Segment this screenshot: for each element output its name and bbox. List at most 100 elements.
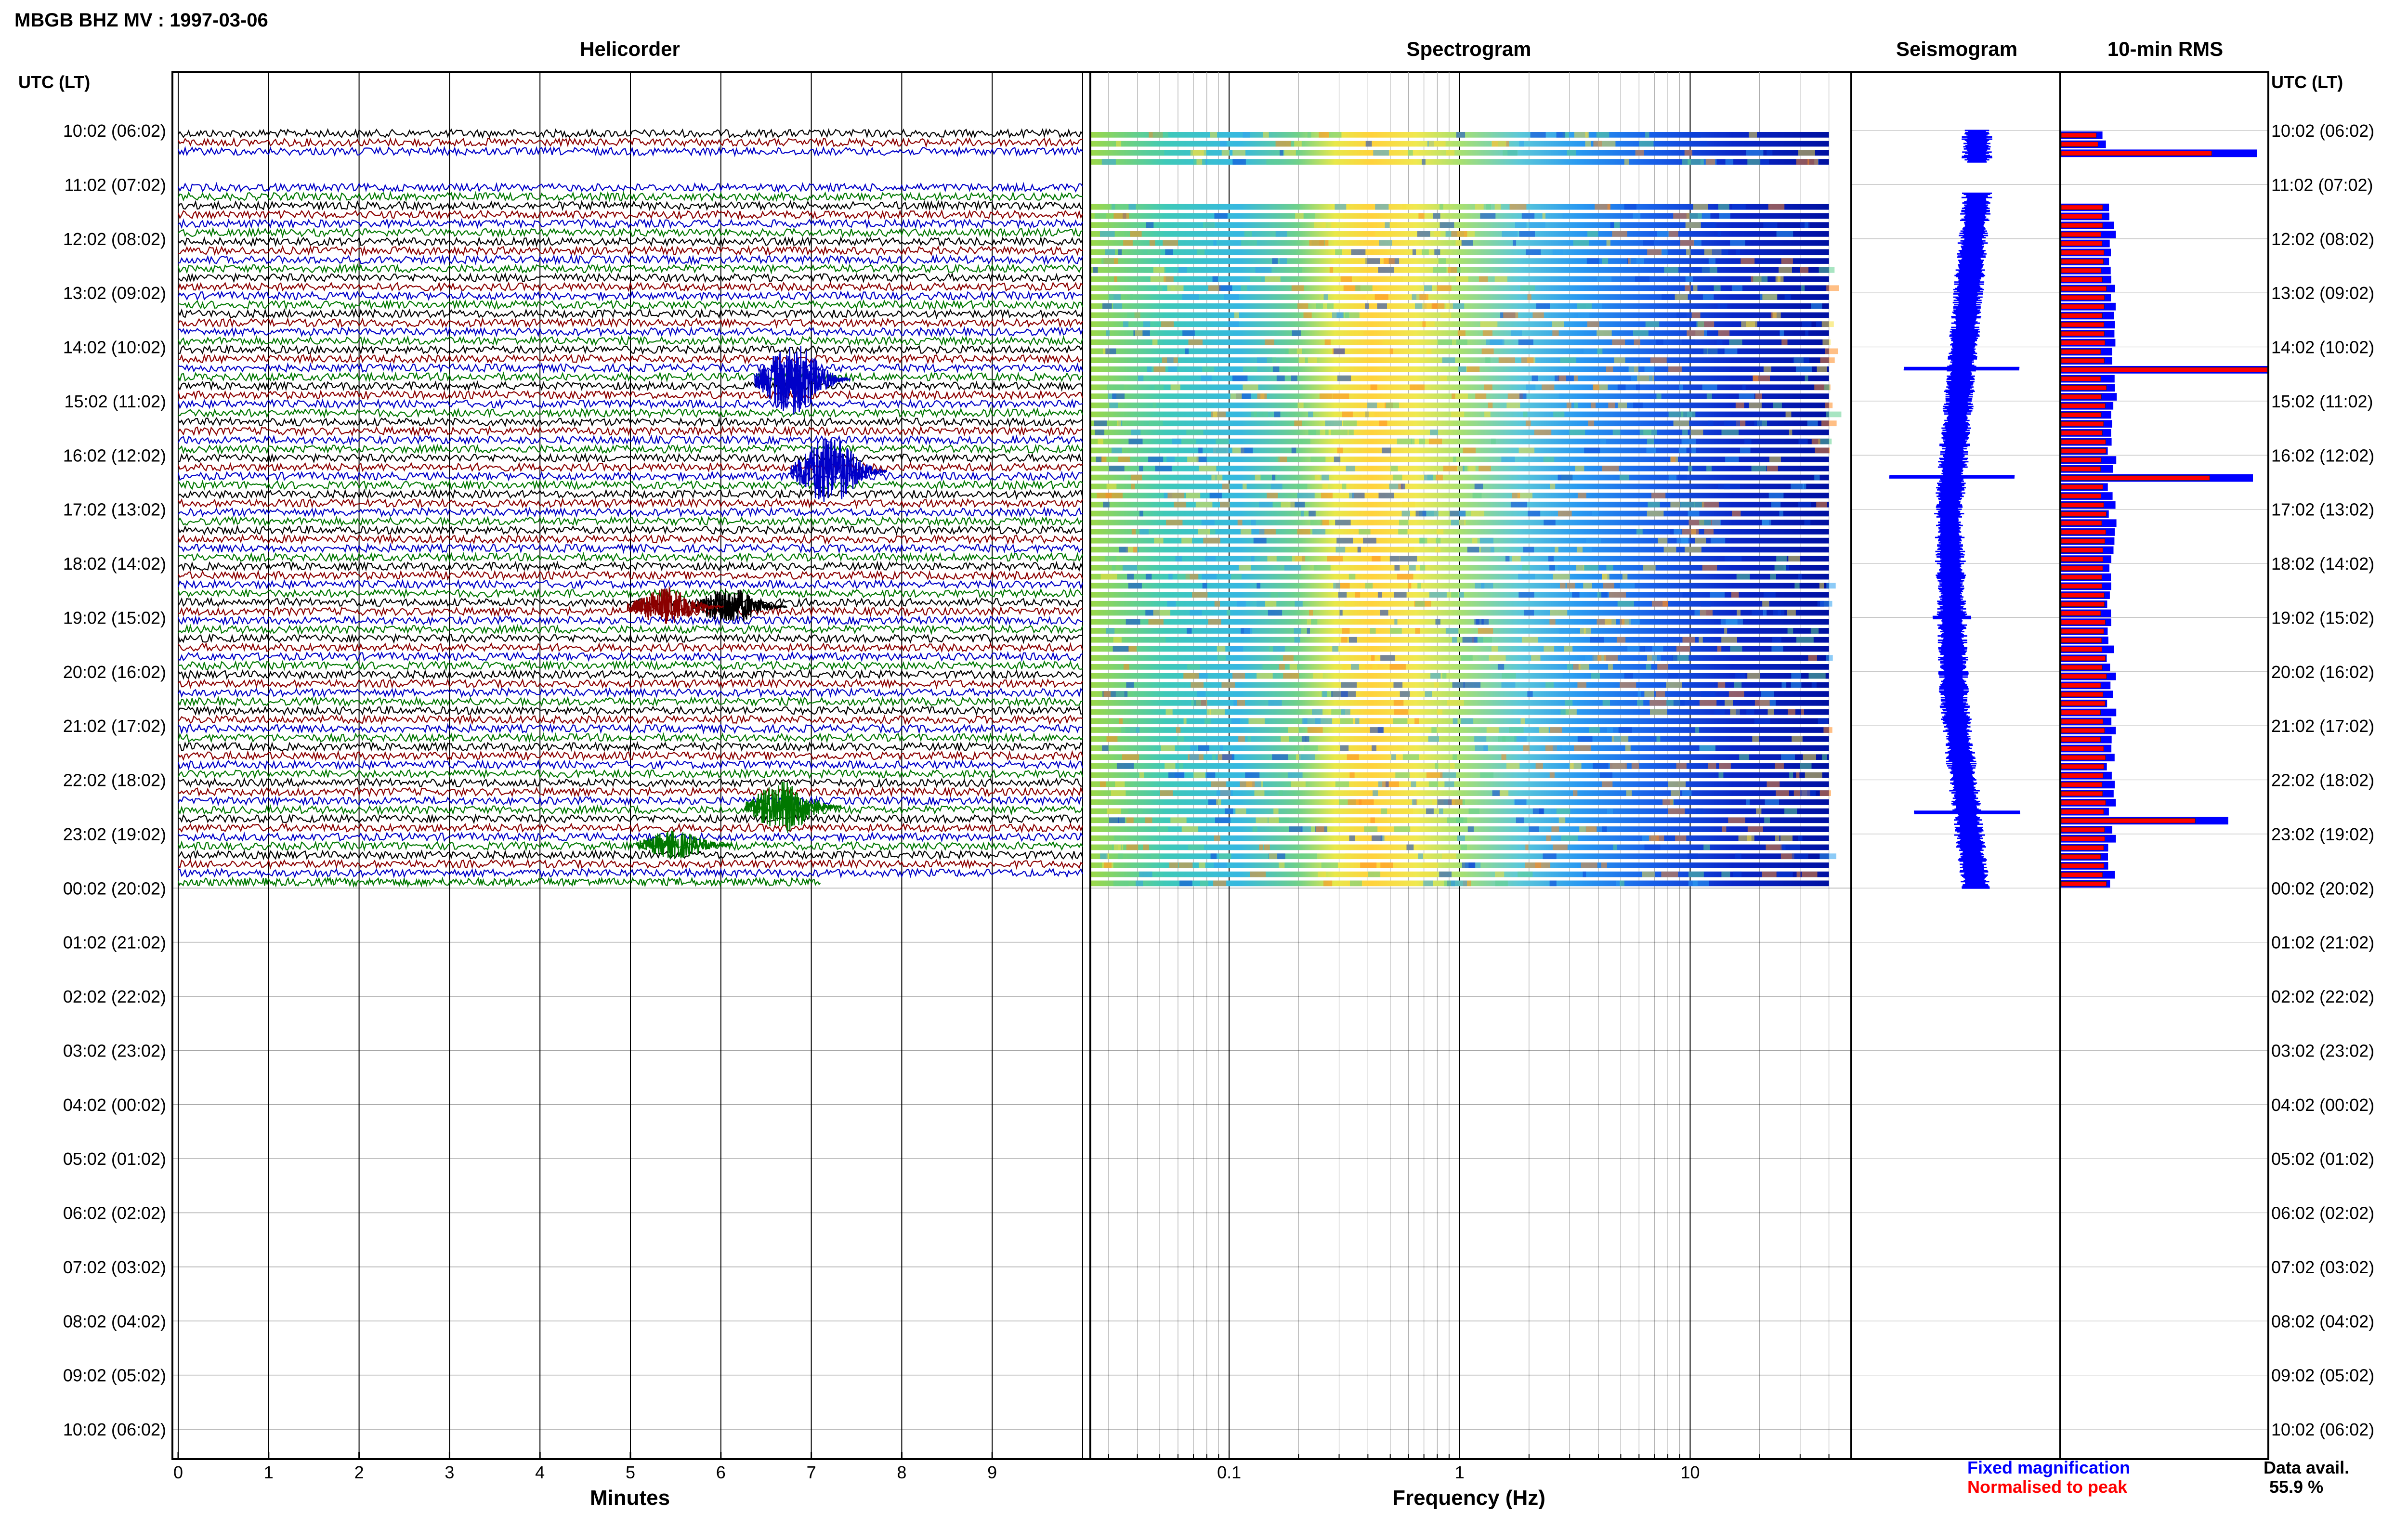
spectrogram-speckle bbox=[1367, 402, 1377, 408]
spectrogram-speckle bbox=[1474, 483, 1483, 490]
spectrogram-speckle bbox=[1693, 204, 1708, 210]
spectrogram-speckle bbox=[1499, 790, 1509, 796]
time-label-right: 12:02 (08:02) bbox=[2271, 229, 2374, 249]
spectrogram-speckle bbox=[1601, 781, 1613, 787]
spectrogram-speckle bbox=[1198, 529, 1210, 535]
spectrogram-speckle bbox=[1294, 628, 1301, 634]
spectrogram-speckle bbox=[1152, 339, 1158, 345]
spectrogram-speckle bbox=[1668, 231, 1678, 237]
spectrogram-speckle bbox=[1492, 646, 1498, 652]
rms-bar-normalised bbox=[2061, 548, 2103, 553]
spectrogram-speckle bbox=[1201, 520, 1215, 526]
spectrogram-speckle bbox=[1495, 880, 1508, 887]
spectrogram-speckle bbox=[1787, 628, 1793, 634]
spectrogram-speckle bbox=[1481, 348, 1494, 354]
spectrogram-speckle bbox=[1552, 321, 1564, 327]
rms-bar-normalised bbox=[2061, 268, 2102, 274]
spectrogram-speckle bbox=[1419, 438, 1426, 444]
spectrogram-speckle bbox=[1762, 871, 1777, 877]
spectrogram-speckle bbox=[1622, 574, 1628, 580]
spectrogram-speckle bbox=[1647, 438, 1654, 444]
spectrogram-speckle bbox=[1133, 547, 1138, 553]
spectrogram-speckle bbox=[1596, 132, 1610, 138]
spectrogram-x-tick-label: 1 bbox=[1455, 1462, 1465, 1482]
spectrogram-speckle bbox=[1754, 700, 1770, 706]
rms-bar-normalised bbox=[2061, 701, 2106, 706]
spectrogram-speckle bbox=[1443, 465, 1457, 471]
spectrogram-speckle bbox=[1243, 483, 1247, 490]
spectrogram-speckle bbox=[1364, 826, 1378, 832]
spectrogram-speckle bbox=[1272, 754, 1288, 760]
spectrogram-speckle bbox=[1708, 258, 1716, 264]
rms-bar-normalised bbox=[2061, 818, 2196, 823]
spectrogram-speckle bbox=[1527, 294, 1531, 300]
spectrogram-speckle bbox=[1696, 321, 1704, 327]
spectrogram-speckle bbox=[1719, 763, 1731, 769]
spectrogram-speckle bbox=[1187, 664, 1200, 670]
spectrogram-speckle bbox=[1303, 312, 1312, 318]
spectrogram-speckle bbox=[1601, 862, 1607, 868]
time-label-right: 04:02 (00:02) bbox=[2271, 1095, 2374, 1115]
spectrogram-speckle bbox=[1724, 628, 1727, 634]
spectrogram-speckle bbox=[1221, 150, 1230, 156]
spectrogram-speckle bbox=[1506, 402, 1520, 408]
spectrogram-speckle bbox=[1608, 402, 1615, 408]
spectrogram-speckle bbox=[1526, 384, 1536, 391]
helicorder-x-tick-label: 1 bbox=[264, 1462, 274, 1482]
spectrogram-speckle bbox=[1291, 285, 1304, 291]
spectrogram-speckle bbox=[1340, 718, 1353, 724]
spectrogram-speckle bbox=[1776, 790, 1789, 796]
spectrogram-speckle bbox=[1587, 231, 1598, 237]
spectrogram-speckle bbox=[1136, 880, 1143, 887]
spectrogram-speckle bbox=[1625, 745, 1631, 751]
spectrogram-speckle bbox=[1102, 745, 1109, 751]
spectrogram-speckle bbox=[1542, 384, 1555, 391]
spectrogram-speckle bbox=[1820, 357, 1835, 363]
helicorder-x-tick-label: 6 bbox=[716, 1462, 726, 1482]
spectrogram-speckle bbox=[1113, 303, 1123, 309]
spectrogram-speckle bbox=[1747, 826, 1763, 832]
spectrogram-speckle bbox=[1605, 619, 1616, 625]
spectrogram-speckle bbox=[1701, 600, 1711, 607]
spectrogram-speckle bbox=[1705, 159, 1715, 165]
spectrogram-speckle bbox=[1335, 520, 1351, 526]
spectrogram-speckle bbox=[1139, 510, 1143, 517]
spectrogram-speckle bbox=[1428, 438, 1442, 444]
spectrogram-speckle bbox=[1241, 447, 1253, 454]
time-label-left: 16:02 (12:02) bbox=[63, 445, 166, 465]
spectrogram-speckle bbox=[1323, 880, 1333, 887]
spectrogram-speckle bbox=[1199, 465, 1217, 471]
spectrogram-speckle bbox=[1257, 393, 1267, 399]
spectrogram-x-tick-label: 0.1 bbox=[1217, 1462, 1241, 1482]
spectrogram-speckle bbox=[1212, 447, 1230, 454]
spectrogram-speckle bbox=[1661, 871, 1678, 877]
spectrogram-speckle bbox=[1422, 159, 1426, 165]
spectrogram-row bbox=[1091, 736, 1829, 742]
spectrogram-speckle bbox=[1375, 204, 1389, 210]
spectrogram-speckle bbox=[1166, 520, 1183, 526]
spectrogram-speckle bbox=[1639, 141, 1654, 147]
spectrogram-speckle bbox=[1476, 619, 1484, 625]
spectrogram-speckle bbox=[1721, 537, 1726, 544]
spectrogram-speckle bbox=[1165, 249, 1173, 255]
spectrogram-speckle bbox=[1610, 763, 1627, 769]
spectrogram-speckle bbox=[1114, 276, 1117, 282]
spectrogram-speckle bbox=[1200, 880, 1208, 887]
spectrogram-speckle bbox=[1818, 718, 1828, 724]
spectrogram-speckle bbox=[1567, 583, 1575, 589]
spectrogram-speckle bbox=[1749, 402, 1762, 408]
spectrogram-speckle bbox=[1553, 411, 1565, 418]
spectrogram-speckle bbox=[1549, 772, 1555, 778]
spectrogram-speckle bbox=[1646, 447, 1656, 454]
spectrogram-speckle bbox=[1202, 366, 1215, 372]
spectrogram-speckle bbox=[1256, 673, 1273, 679]
spectrogram-speckle bbox=[1752, 736, 1759, 742]
spectrogram-speckle bbox=[1335, 204, 1347, 210]
rms-title: 10-min RMS bbox=[2107, 38, 2223, 60]
spectrogram-speckle bbox=[1564, 646, 1573, 652]
spectrogram-speckle bbox=[1115, 691, 1125, 697]
spectrogram-speckle bbox=[1559, 628, 1571, 634]
spectrogram-speckle bbox=[1775, 763, 1784, 769]
spectrogram-speckle bbox=[1310, 520, 1322, 526]
spectrogram-speckle bbox=[1227, 610, 1230, 616]
